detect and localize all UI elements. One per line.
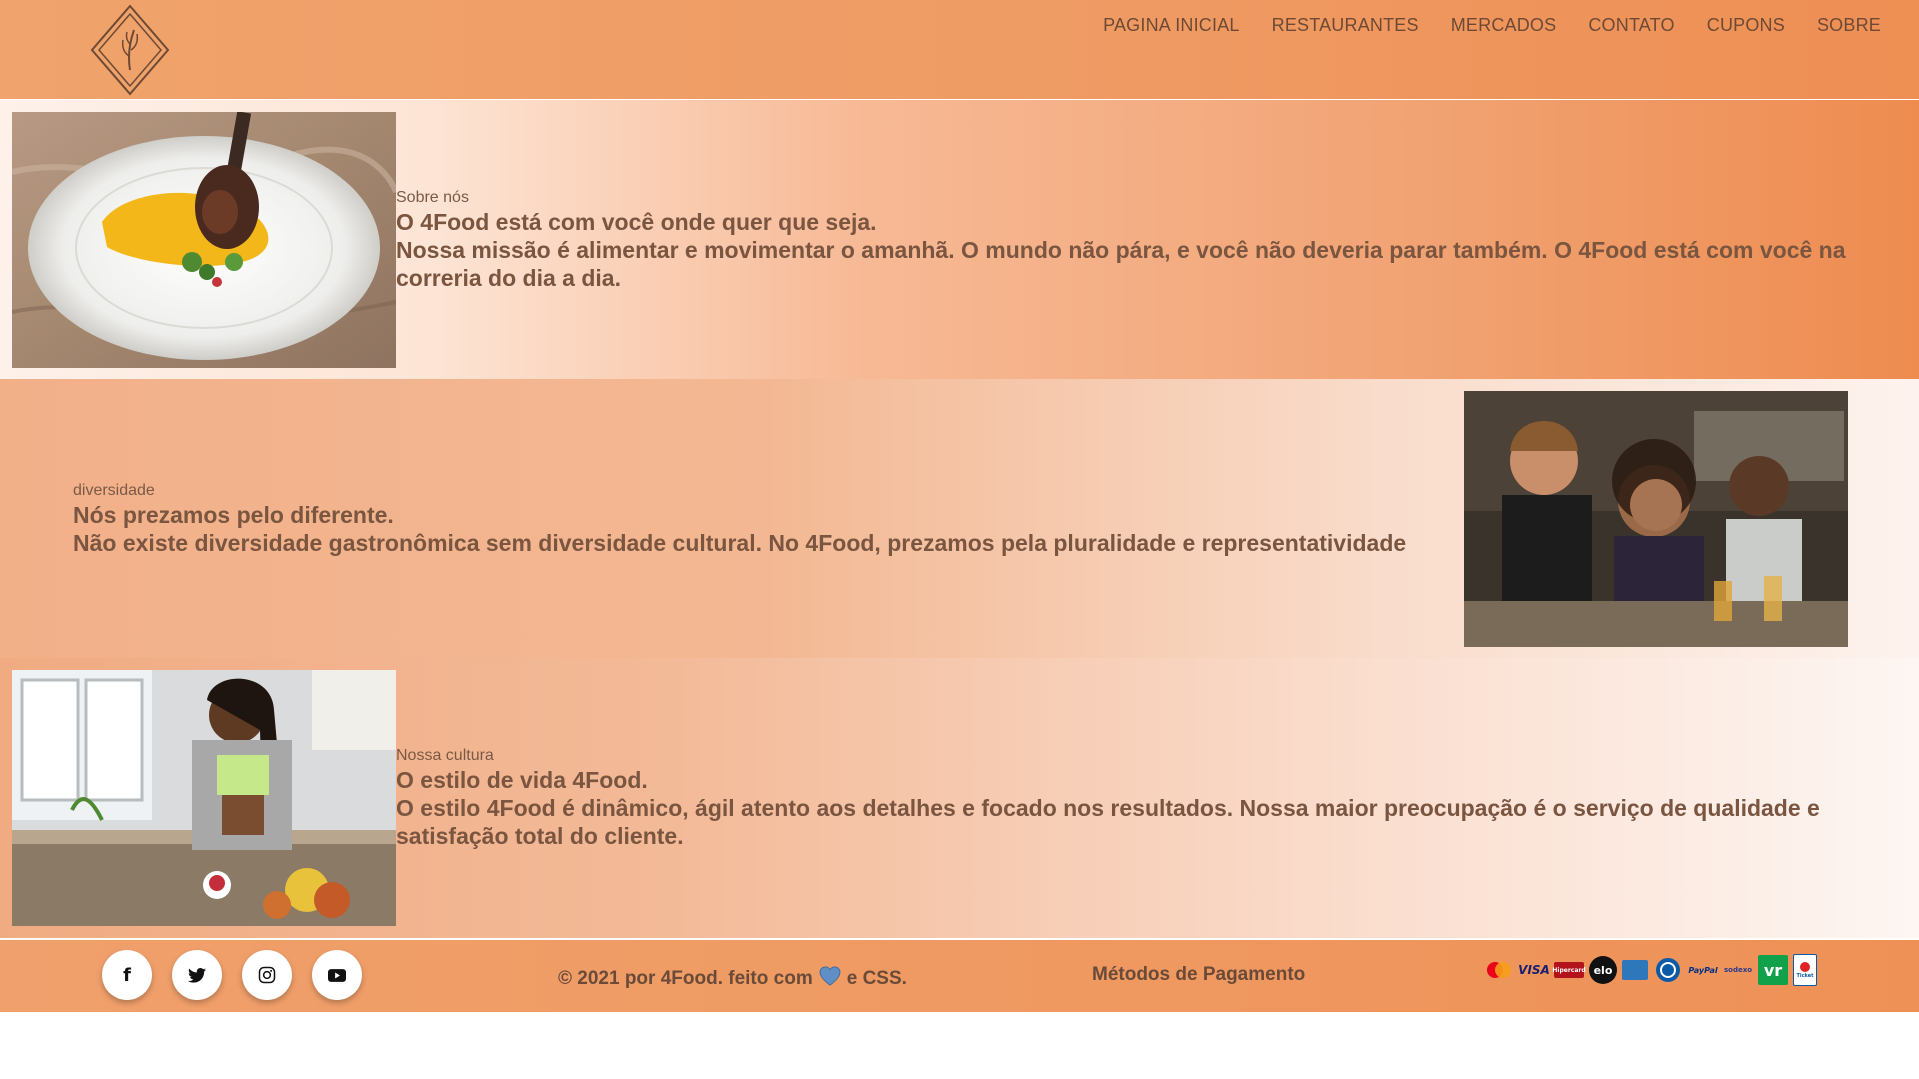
sodexo-icon: sodexo bbox=[1723, 966, 1753, 974]
payment-logos: VISA Hipercard elo PayPal sodexo vr Tick… bbox=[1484, 954, 1817, 986]
section-headline: Nós prezamos pelo diferente. bbox=[73, 502, 394, 528]
elo-icon: elo bbox=[1589, 956, 1617, 984]
vr-icon: vr bbox=[1758, 955, 1788, 985]
copyright-text: © 2021 por 4Food. feito com e CSS. bbox=[558, 966, 907, 992]
copyright-prefix: © 2021 por 4Food. feito com bbox=[558, 968, 813, 989]
hipercard-icon: Hipercard bbox=[1552, 962, 1586, 978]
ticket-icon: Ticket bbox=[1793, 954, 1817, 986]
section-eyebrow: Sobre nós bbox=[396, 189, 469, 206]
diversity-section: diversidade Nós prezamos pelo diferente.… bbox=[0, 379, 1919, 659]
top-navbar: PAGINA INICIAL RESTAURANTES MERCADOS CON… bbox=[0, 0, 1919, 99]
section-headline: O 4Food está com você onde quer que seja… bbox=[396, 209, 877, 235]
nav-contato[interactable]: CONTATO bbox=[1572, 14, 1690, 36]
diners-icon bbox=[1653, 958, 1683, 982]
mastercard-icon bbox=[1484, 959, 1514, 981]
instagram-icon[interactable] bbox=[242, 950, 292, 1000]
nav-restaurantes[interactable]: RESTAURANTES bbox=[1256, 14, 1435, 36]
section-headline: O estilo de vida 4Food. bbox=[396, 767, 648, 793]
youtube-icon[interactable] bbox=[312, 950, 362, 1000]
ticket-label: Ticket bbox=[1796, 973, 1814, 979]
amex-icon bbox=[1622, 960, 1648, 980]
culture-section: Nossa cultura O estilo de vida 4Food. O … bbox=[0, 658, 1919, 938]
section-body: Nossa missão é alimentar e movimentar o … bbox=[396, 237, 1846, 291]
culture-text: Nossa cultura O estilo de vida 4Food. O … bbox=[396, 746, 1896, 850]
facebook-icon[interactable]: f bbox=[102, 950, 152, 1000]
paypal-icon: PayPal bbox=[1688, 965, 1718, 975]
diversity-text: diversidade Nós prezamos pelo diferente.… bbox=[73, 481, 1473, 557]
about-section: Sobre nós O 4Food está com você onde que… bbox=[0, 100, 1919, 380]
about-text: Sobre nós O 4Food está com você onde que… bbox=[396, 188, 1896, 292]
section-body: Não existe diversidade gastronômica sem … bbox=[73, 530, 1407, 556]
section-body: O estilo 4Food é dinâmico, ágil atento a… bbox=[396, 795, 1820, 849]
woman-cooking-photo bbox=[12, 670, 396, 926]
nav-mercados[interactable]: MERCADOS bbox=[1435, 14, 1573, 36]
section-eyebrow: Nossa cultura bbox=[396, 747, 494, 764]
visa-icon: VISA bbox=[1518, 963, 1550, 977]
nav-pagina-inicial[interactable]: PAGINA INICIAL bbox=[1087, 14, 1256, 36]
friends-dining-photo bbox=[1464, 391, 1848, 647]
nav-sobre[interactable]: SOBRE bbox=[1801, 14, 1897, 36]
payment-methods-title: Métodos de Pagamento bbox=[1092, 964, 1306, 985]
logo-icon[interactable] bbox=[88, 4, 172, 96]
plated-dish-photo bbox=[12, 112, 396, 368]
main-nav: PAGINA INICIAL RESTAURANTES MERCADOS CON… bbox=[1087, 14, 1897, 36]
social-links: f bbox=[102, 950, 362, 1000]
twitter-icon[interactable] bbox=[172, 950, 222, 1000]
copyright-suffix: e CSS. bbox=[846, 968, 907, 989]
nav-cupons[interactable]: CUPONS bbox=[1691, 14, 1801, 36]
footer: f © 2021 por 4Food. feito com e CSS. Mét… bbox=[0, 940, 1919, 1012]
heart-icon bbox=[819, 966, 841, 992]
section-eyebrow: diversidade bbox=[73, 482, 155, 499]
